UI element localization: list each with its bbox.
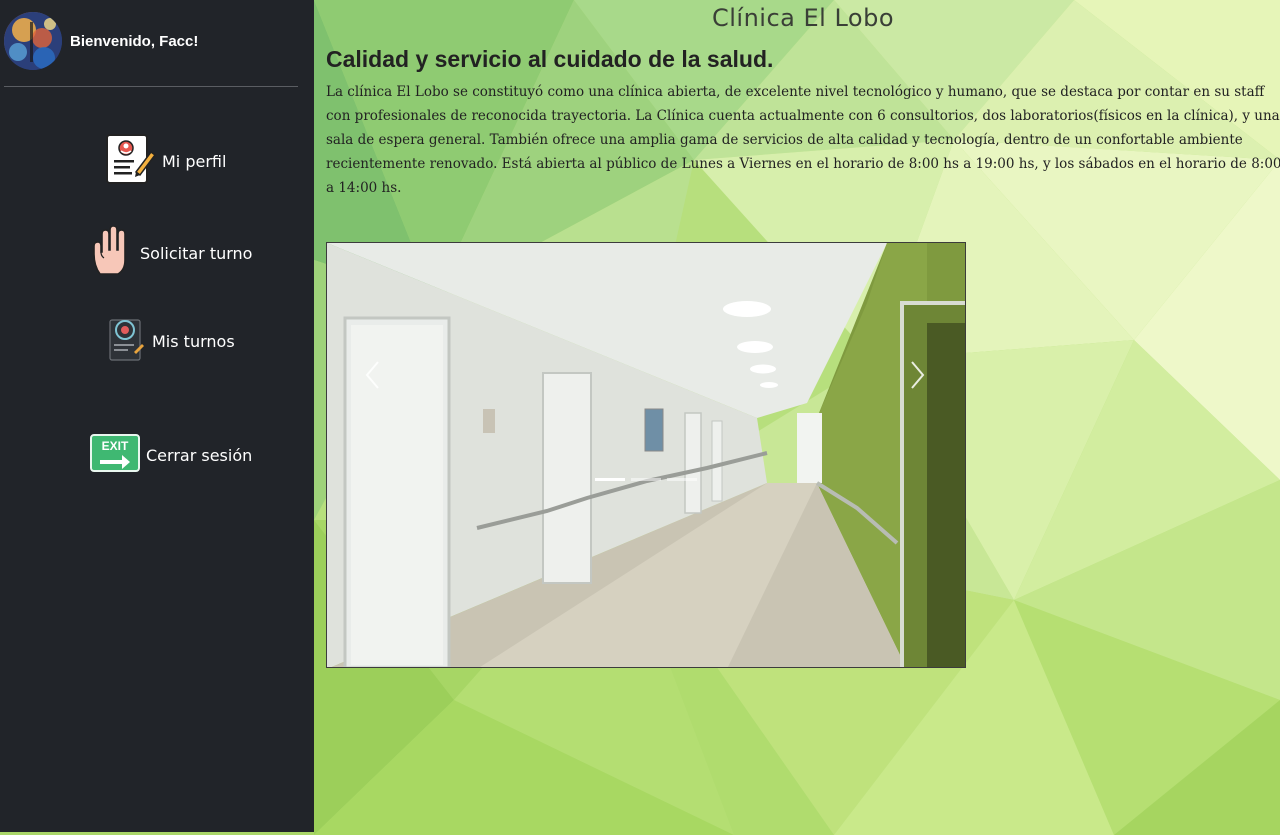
- sidebar-item-label: Mis turnos: [152, 331, 235, 351]
- appointments-document-icon: [108, 316, 146, 366]
- site-title: Clínica El Lobo: [711, 4, 894, 32]
- carousel-indicators: [595, 478, 697, 481]
- carousel-indicator-2[interactable]: [631, 478, 661, 481]
- sidebar-item-label: Solicitar turno: [140, 243, 253, 263]
- raised-hand-icon: [90, 225, 134, 280]
- intro-paragraph: La clínica El Lobo se constituyó como un…: [326, 84, 1280, 196]
- avatar[interactable]: [4, 12, 62, 70]
- carousel-next-button[interactable]: [902, 360, 932, 390]
- sidebar-item-label: Cerrar sesión: [146, 445, 253, 465]
- page-headline: Calidad y servicio al cuidado de la salu…: [326, 46, 774, 72]
- sidebar-divider: [4, 86, 298, 87]
- carousel-indicator-3[interactable]: [667, 478, 697, 481]
- sidebar-item-cerrar-sesion[interactable]: EXIT Cerrar sesión: [90, 434, 252, 476]
- welcome-text: Bienvenido, Facc!: [70, 32, 199, 50]
- svg-text:EXIT: EXIT: [102, 439, 129, 453]
- exit-sign-icon: EXIT: [90, 434, 140, 476]
- user-block: Bienvenido, Facc!: [4, 12, 198, 70]
- sidebar: Bienvenido, Facc! Mi perfil Solicitar tu…: [0, 0, 314, 832]
- hallway-photo: [327, 243, 965, 667]
- image-carousel[interactable]: [326, 242, 966, 668]
- chevron-left-icon: [365, 361, 379, 389]
- sidebar-item-mis-turnos[interactable]: Mis turnos: [108, 316, 235, 366]
- sidebar-item-label: Mi perfil: [162, 151, 227, 171]
- chevron-right-icon: [911, 361, 925, 389]
- main-content: Clínica El Lobo Calidad y servicio al cu…: [314, 0, 1280, 835]
- carousel-indicator-1[interactable]: [595, 478, 625, 481]
- sidebar-item-solicitar-turno[interactable]: Solicitar turno: [90, 225, 253, 280]
- carousel-prev-button[interactable]: [358, 360, 388, 390]
- profile-card-icon: [106, 134, 157, 188]
- sidebar-item-mi-perfil[interactable]: Mi perfil: [106, 134, 226, 188]
